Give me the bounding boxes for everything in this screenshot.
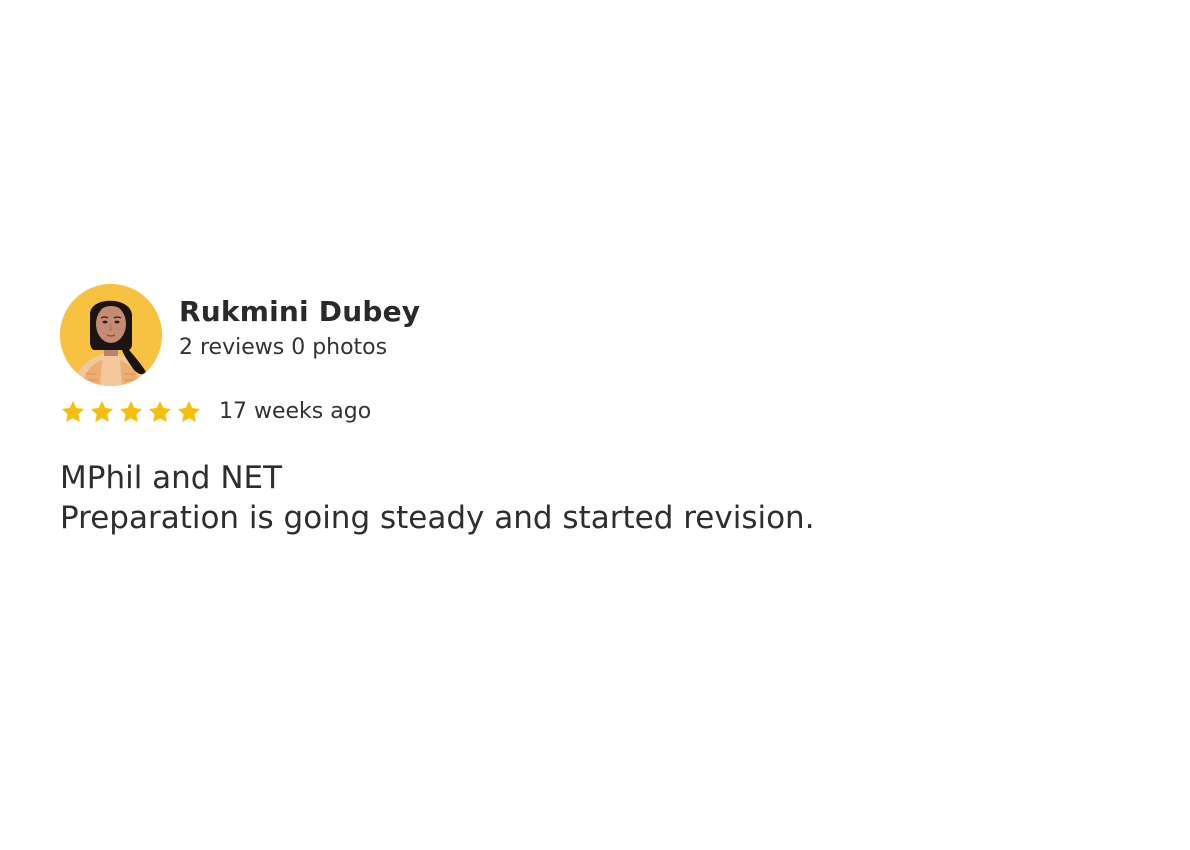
review-text-line: Preparation is going steady and started … [60,500,815,536]
star-rating [60,399,205,425]
rating-row: 17 weeks ago [60,396,1060,428]
star-icon [177,400,201,422]
star-icon [148,400,172,422]
author-stats: 2 reviews 0 photos [179,335,388,360]
review-text: MPhil and NET Preparation is going stead… [60,458,1060,538]
author-name[interactable]: Rukmini Dubey [179,295,420,329]
author-info: Rukmini Dubey 2 reviews 0 photos [179,284,420,362]
review-text-line: MPhil and NET [60,460,283,496]
review-card: Rukmini Dubey 2 reviews 0 photos 17 week… [60,284,1060,538]
star-icon [61,400,85,422]
star-icon [90,400,114,422]
avatar-photo [60,284,162,386]
review-time: 17 weeks ago [219,399,372,424]
review-header: Rukmini Dubey 2 reviews 0 photos [60,284,1060,386]
avatar[interactable] [60,284,162,386]
star-icon [119,400,143,422]
